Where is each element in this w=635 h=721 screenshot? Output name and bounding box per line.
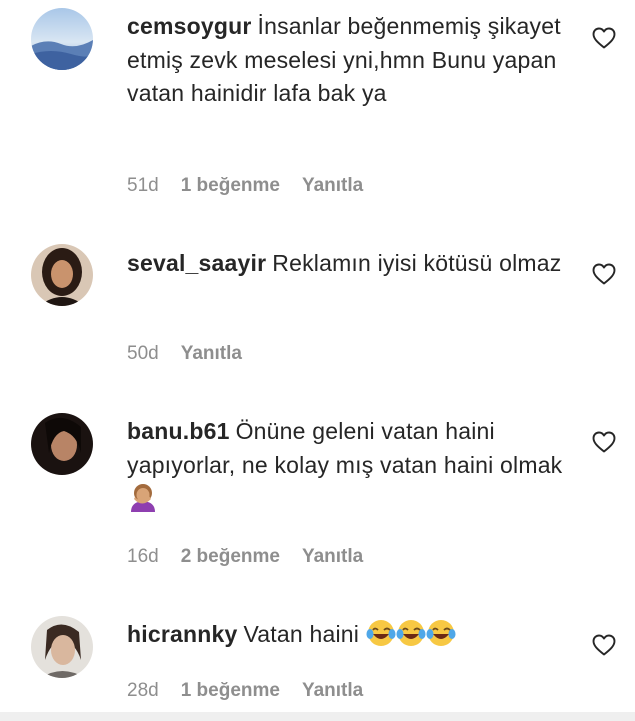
heart-outline-icon[interactable] xyxy=(592,27,616,49)
comment-username[interactable]: seval_saayir xyxy=(127,250,266,276)
comment-body: cemsoygur İnsanlar beğenmemiş şikayet etm… xyxy=(127,10,567,111)
comment-meta: 16d 2 beğenme Yanıtla xyxy=(127,545,385,569)
avatar[interactable] xyxy=(31,8,93,70)
woman-facepalming-emoji xyxy=(127,482,159,522)
comment-likes[interactable]: 2 beğenme xyxy=(181,546,280,567)
avatar[interactable] xyxy=(31,413,93,475)
comment-body: seval_saayir Reklamın iyisi kötüsü olmaz xyxy=(127,247,567,281)
comment-likes[interactable]: 1 beğenme xyxy=(181,680,280,701)
reply-button[interactable]: Yanıtla xyxy=(302,546,363,567)
comment-username[interactable]: cemsoygur xyxy=(127,13,252,39)
heart-outline-icon[interactable] xyxy=(592,634,616,656)
comment-age[interactable]: 50d xyxy=(127,343,159,364)
avatar[interactable] xyxy=(31,244,93,306)
face-with-tears-of-joy-emoji xyxy=(366,618,458,658)
comment-body: hicrannky Vatan haini xyxy=(127,618,567,658)
comment-username[interactable]: banu.b61 xyxy=(127,418,230,444)
comment-meta: 51d 1 beğenme Yanıtla xyxy=(127,174,385,198)
comment-text: Reklamın iyisi kötüsü olmaz xyxy=(272,250,562,276)
heart-outline-icon[interactable] xyxy=(592,263,616,285)
reply-button[interactable]: Yanıtla xyxy=(302,175,363,196)
reply-button[interactable]: Yanıtla xyxy=(302,680,363,701)
comment-meta: 28d 1 beğenme Yanıtla xyxy=(127,679,385,703)
bottom-divider xyxy=(0,712,635,721)
comment-likes[interactable]: 1 beğenme xyxy=(181,175,280,196)
heart-outline-icon[interactable] xyxy=(592,431,616,453)
comment-text: Vatan haini xyxy=(243,621,360,647)
comment-age[interactable]: 51d xyxy=(127,175,159,196)
comment-meta: 50d Yanıtla xyxy=(127,342,264,366)
comment-body: banu.b61 Önüne geleni vatan haini yapıyor… xyxy=(127,415,567,522)
comment-username[interactable]: hicrannky xyxy=(127,621,237,647)
avatar[interactable] xyxy=(31,616,93,678)
comment-age[interactable]: 16d xyxy=(127,546,159,567)
reply-button[interactable]: Yanıtla xyxy=(181,343,242,364)
comment-age[interactable]: 28d xyxy=(127,680,159,701)
